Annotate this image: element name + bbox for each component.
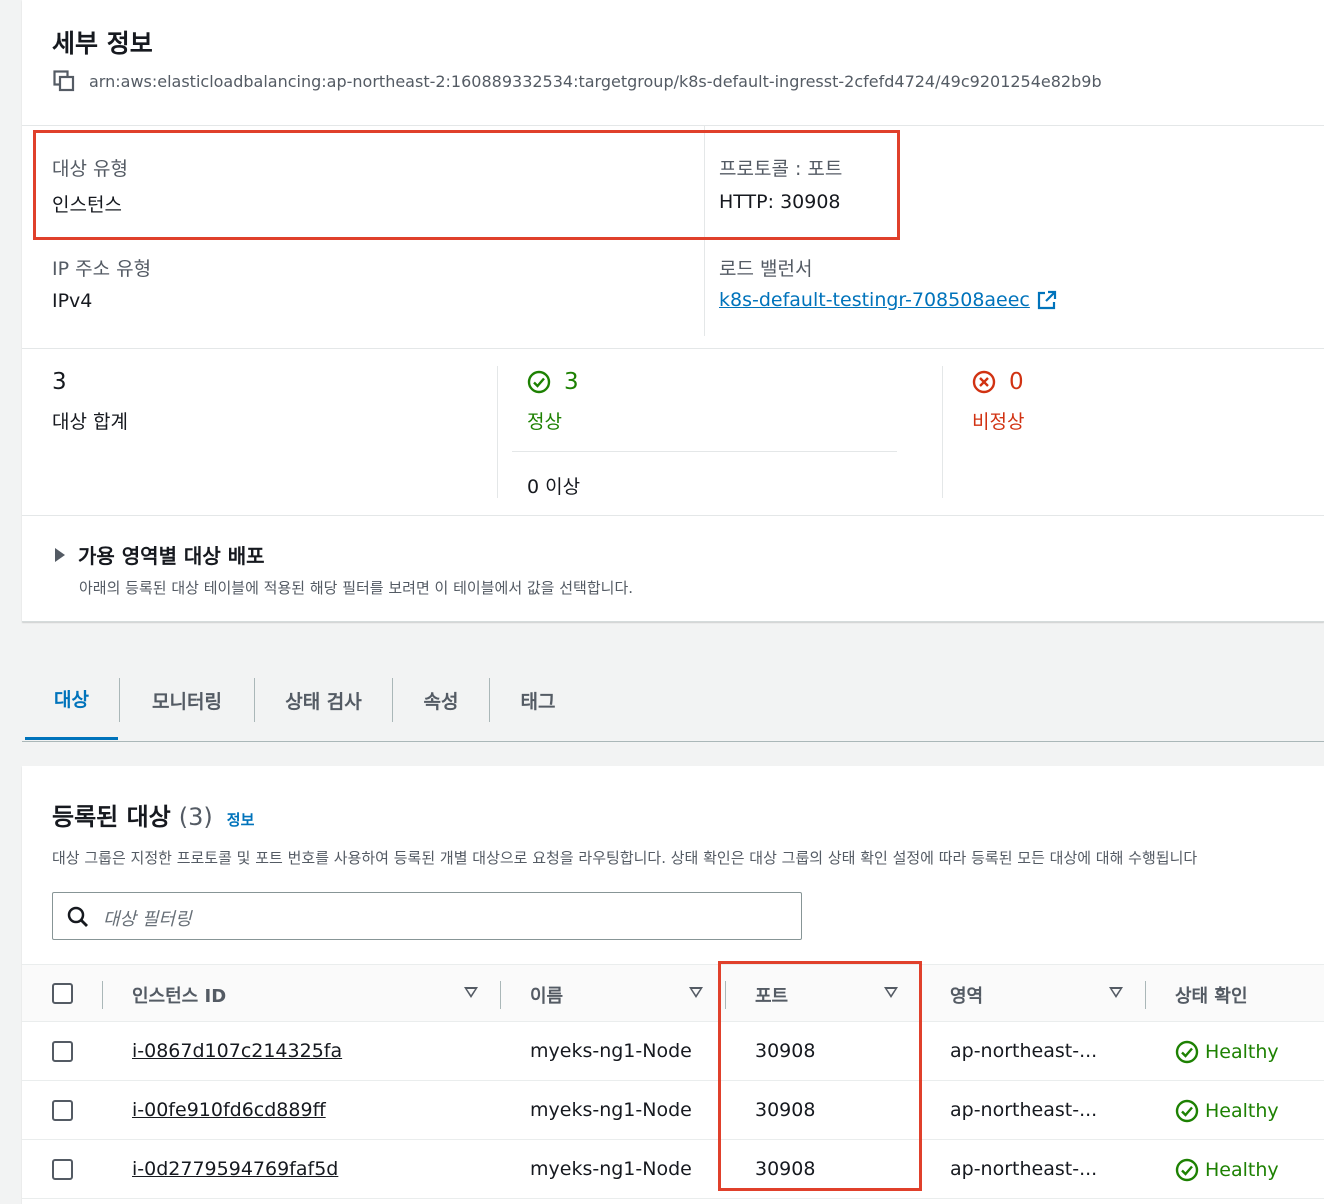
column-header-port[interactable]: 포트 [755, 982, 788, 1008]
load-balancer-link[interactable]: k8s-default-testingr-708508aeec [719, 289, 1058, 311]
healthy-count: 3 [564, 369, 579, 395]
row-checkbox[interactable] [52, 1100, 73, 1121]
row-checkbox[interactable] [52, 1041, 73, 1062]
table-row[interactable]: i-00fe910fd6cd889ff myeks-ng1-Node 30908… [22, 1081, 1324, 1140]
table-row[interactable]: i-0d2779594769faf5d myeks-ng1-Node 30908… [22, 1140, 1324, 1199]
tab-attributes[interactable]: 속성 [393, 660, 489, 740]
az-distribution-title: 가용 영역별 대상 배포 [78, 544, 265, 568]
load-balancer-label: 로드 밸런서 [719, 258, 813, 280]
row-checkbox[interactable] [52, 1159, 73, 1180]
divider [497, 366, 498, 498]
select-all-checkbox[interactable] [52, 983, 73, 1004]
divider [22, 348, 1324, 349]
column-header-instance-id[interactable]: 인스턴스 ID [132, 982, 226, 1008]
health-status-text: Healthy [1205, 1100, 1279, 1122]
protocol-port-value: HTTP: 30908 [719, 191, 841, 213]
az-distribution-toggle[interactable]: 가용 영역별 대상 배포 [52, 540, 265, 569]
unhealthy-count: 0 [1009, 369, 1024, 395]
tab-health-checks[interactable]: 상태 검사 [255, 660, 392, 740]
column-header-name[interactable]: 이름 [530, 982, 563, 1008]
divider [512, 451, 897, 452]
target-filter-placeholder: 대상 필터링 [103, 909, 192, 930]
column-separator [725, 981, 726, 1009]
health-status: Healthy [1175, 1040, 1279, 1064]
ip-type-label: IP 주소 유형 [52, 258, 152, 280]
ip-type-value: IPv4 [52, 290, 93, 312]
search-icon [67, 906, 88, 927]
instance-id-link[interactable]: i-00fe910fd6cd889ff [132, 1099, 326, 1121]
total-targets-value: 3 [52, 369, 67, 395]
details-panel: 세부 정보 arn:aws:elasticloadbalancing:ap-no… [22, 0, 1324, 622]
table-header: 인스턴스 ID 이름 포트 영역 상태 확인 [22, 964, 1324, 1022]
arn-text: arn:aws:elasticloadbalancing:ap-northeas… [89, 72, 1102, 91]
column-header-health[interactable]: 상태 확인 [1175, 982, 1248, 1008]
tab-targets[interactable]: 대상 [25, 660, 118, 740]
tab-tags[interactable]: 태그 [490, 660, 586, 740]
sort-icon[interactable] [464, 987, 478, 998]
column-separator [500, 981, 501, 1009]
check-circle-icon [1175, 1040, 1199, 1064]
az-distribution-description: 아래의 등록된 대상 테이블에 적용된 해당 필터를 보려면 이 테이블에서 값… [79, 579, 634, 597]
column-header-zone[interactable]: 영역 [950, 982, 983, 1008]
tab-monitoring[interactable]: 모니터링 [120, 660, 254, 740]
sort-icon[interactable] [689, 987, 703, 998]
check-circle-icon [1175, 1099, 1199, 1123]
load-balancer-link-text[interactable]: k8s-default-testingr-708508aeec [719, 289, 1030, 311]
registered-targets-header: 등록된 대상 (3) 정보 [52, 797, 254, 832]
unhealthy-label: 비정상 [972, 411, 1025, 433]
healthy-label: 정상 [527, 411, 562, 433]
external-link-icon [1037, 290, 1056, 310]
instance-port: 30908 [755, 1040, 816, 1062]
health-status-text: Healthy [1205, 1159, 1279, 1181]
instance-name: myeks-ng1-Node [530, 1099, 692, 1121]
unhealthy-summary[interactable]: 0 [972, 369, 1024, 395]
column-separator [1145, 981, 1146, 1009]
sort-icon[interactable] [884, 987, 898, 998]
instance-zone: ap-northeast-... [950, 1040, 1098, 1062]
health-status: Healthy [1175, 1099, 1279, 1123]
registered-targets-title: 등록된 대상 [52, 803, 171, 831]
copy-icon[interactable] [53, 70, 75, 92]
target-type-value: 인스턴스 [52, 194, 122, 216]
caret-right-icon [55, 547, 65, 562]
healthy-summary[interactable]: 3 [527, 369, 579, 395]
registered-targets-panel: 등록된 대상 (3) 정보 대상 그룹은 지정한 프로토콜 및 포트 번호를 사… [22, 766, 1324, 1204]
table-row[interactable]: i-0867d107c214325fa myeks-ng1-Node 30908… [22, 1022, 1324, 1081]
anomaly-label: 0 이상 [527, 476, 581, 498]
divider [22, 125, 1324, 126]
total-targets-label: 대상 합계 [52, 411, 128, 433]
protocol-port-label: 프로토콜 : 포트 [719, 158, 843, 180]
info-link[interactable]: 정보 [227, 809, 255, 830]
instance-id-link[interactable]: i-0867d107c214325fa [132, 1040, 342, 1062]
instance-id-link[interactable]: i-0d2779594769faf5d [132, 1158, 338, 1180]
health-status: Healthy [1175, 1158, 1279, 1182]
x-circle-icon [972, 370, 996, 394]
instance-port: 30908 [755, 1158, 816, 1180]
tab-bar: 대상 모니터링 상태 검사 속성 태그 [22, 660, 1324, 742]
instance-port: 30908 [755, 1099, 816, 1121]
divider [942, 366, 943, 498]
instance-name: myeks-ng1-Node [530, 1158, 692, 1180]
instance-zone: ap-northeast-... [950, 1158, 1098, 1180]
column-separator [920, 981, 921, 1009]
target-filter-input[interactable]: 대상 필터링 [52, 892, 802, 940]
health-status-text: Healthy [1205, 1041, 1279, 1063]
column-separator [102, 981, 103, 1009]
sort-icon[interactable] [1109, 987, 1123, 998]
divider [704, 126, 705, 336]
registered-targets-count: (3) [178, 803, 213, 831]
details-title: 세부 정보 [52, 29, 153, 58]
check-circle-icon [1175, 1158, 1199, 1182]
check-circle-icon [527, 370, 551, 394]
registered-targets-description: 대상 그룹은 지정한 프로토콜 및 포트 번호를 사용하여 등록된 개별 대상으… [52, 849, 1198, 867]
target-type-label: 대상 유형 [52, 158, 128, 180]
divider [22, 515, 1324, 516]
instance-name: myeks-ng1-Node [530, 1040, 692, 1062]
instance-zone: ap-northeast-... [950, 1099, 1098, 1121]
